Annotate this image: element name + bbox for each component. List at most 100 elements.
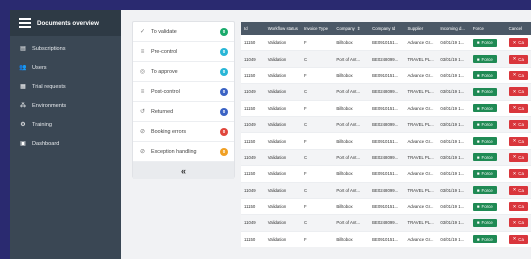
close-icon: ✕ xyxy=(512,56,517,62)
cancel-cell: ✕ Ca xyxy=(505,214,531,232)
column-header[interactable]: Incoming d... xyxy=(437,22,470,35)
force-button[interactable]: ■ Force xyxy=(472,120,497,129)
column-header[interactable]: Company Id xyxy=(369,22,405,35)
cancel-button-label: Ca xyxy=(518,187,524,193)
sidebar-item-label: Dashboard xyxy=(32,140,60,147)
status-filter-label: Exception handling xyxy=(151,148,197,155)
sidebar-item-environments[interactable]: ⁂ Environments xyxy=(10,96,121,115)
column-header[interactable]: Workflow status xyxy=(264,22,301,35)
cancel-button-label: Ca xyxy=(518,138,524,144)
status-filter-to-validate[interactable]: ✓ To validate 0 xyxy=(133,22,234,42)
force-button[interactable]: ■ Force xyxy=(472,87,497,96)
force-button-label: Force xyxy=(481,56,493,62)
force-button[interactable]: ■ Force xyxy=(472,38,497,47)
cancel-button[interactable]: ✕ Ca xyxy=(508,103,528,113)
cancel-cell: ✕ Ca xyxy=(505,116,531,134)
table-row[interactable]: 11049 Validation C Port of Ant... BE0248099.… xyxy=(241,83,531,101)
cancel-button[interactable]: ✕ Ca xyxy=(508,185,528,195)
status-filter-post-control[interactable]: ≡ Post-control 0 xyxy=(133,82,234,102)
cancel-button[interactable]: ✕ Ca xyxy=(508,218,528,228)
sidebar-item-subscriptions[interactable]: ▤ Subscriptions xyxy=(10,39,121,58)
sidebar-item-label: Trial requests xyxy=(32,83,66,90)
cancel-button[interactable]: ✕ Ca xyxy=(508,54,528,64)
table-row[interactable]: 11049 Validation C Port of Ant... BE0248099.… xyxy=(241,214,531,232)
sidebar-item-training[interactable]: ⚙ Training xyxy=(10,115,121,134)
cancel-button[interactable]: ✕ Ca xyxy=(508,70,528,80)
table-row[interactable]: 11150 Validation F Billtobox BE0910151... Adv… xyxy=(241,100,531,117)
table-row[interactable]: 11150 Validation F Billtobox BE0910151... Adv… xyxy=(241,132,531,150)
count-badge: 0 xyxy=(220,47,228,56)
table-row[interactable]: 11049 Validation C Port of Ant... BE0248099.… xyxy=(241,149,531,167)
cancel-button-label: Ca xyxy=(518,204,524,210)
column-header-label: Company xyxy=(336,25,355,31)
sidebar-item-dashboard[interactable]: ▣ Dashboard xyxy=(10,134,121,153)
collapse-panel-button[interactable]: « xyxy=(133,162,234,179)
close-icon: ✕ xyxy=(512,203,517,209)
force-button[interactable]: ■ Force xyxy=(472,153,497,162)
cancel-button[interactable]: ✕ Ca xyxy=(508,234,528,244)
app-window: Documents overview ▤ Subscriptions 👥 Users ▦… xyxy=(10,10,531,259)
status-filter-to-approve[interactable]: ◎ To approve 0 xyxy=(133,62,234,82)
close-icon: ✕ xyxy=(512,138,517,144)
cancel-button-label: Ca xyxy=(518,56,524,62)
close-icon: ✕ xyxy=(512,187,517,193)
column-header[interactable]: Cancel xyxy=(505,22,531,35)
column-header[interactable]: Force xyxy=(469,22,506,35)
column-header[interactable]: Supplier xyxy=(404,22,438,35)
status-filter-returned[interactable]: ↺ Returned 0 xyxy=(133,102,234,122)
force-button[interactable]: ■ Force xyxy=(472,55,497,64)
cancel-button[interactable]: ✕ Ca xyxy=(508,152,528,162)
column-header-label: Supplier xyxy=(407,26,424,31)
sort-icon[interactable]: ⇕ xyxy=(357,26,361,31)
table-cell: 04/01/19 1... xyxy=(437,198,470,216)
force-button[interactable]: ■ Force xyxy=(472,202,497,211)
column-header-label: Force xyxy=(472,26,484,31)
column-header[interactable]: Invoice Type xyxy=(300,22,334,35)
cancel-button[interactable]: ✕ Ca xyxy=(508,38,528,48)
force-button[interactable]: ■ Force xyxy=(472,71,497,80)
force-button[interactable]: ■ Force xyxy=(472,186,497,195)
dashboard-icon: ▣ xyxy=(20,141,26,147)
count-badge: 0 xyxy=(220,87,228,96)
column-header-label: Invoice Type xyxy=(303,26,328,31)
status-filter-label: Post-control xyxy=(151,88,180,95)
table-row[interactable]: 11049 Validation C Port of Ant... BE0248099.… xyxy=(241,50,531,68)
table-row[interactable]: 11049 Validation C Port of Ant... BE0248099.… xyxy=(241,182,531,199)
sidebar-item-trial-requests[interactable]: ▦ Trial requests xyxy=(10,77,121,96)
table-row[interactable]: 11150 Validation F Billtobox BE0910151... Adv… xyxy=(241,67,531,85)
table-row[interactable]: 11150 Validation F Billtobox BE0910151... Adv… xyxy=(241,231,531,247)
status-filter-list: ✓ To validate 0 ≡ Pre-control 0 ◎ To approve 0 ≡ P… xyxy=(133,22,234,162)
table-cell: Billtobox xyxy=(333,100,370,117)
cancel-button-label: Ca xyxy=(518,105,524,111)
table-cell: TRAVEL PL... xyxy=(404,116,438,134)
column-header[interactable]: Company ⇕ xyxy=(333,22,370,35)
table-row[interactable]: 11150 Validation F Billtobox BE0910151... Adv… xyxy=(241,198,531,216)
status-filter-exception-handling[interactable]: ⊘ Exception handling 0 xyxy=(133,142,234,162)
force-button[interactable]: ■ Force xyxy=(472,137,497,146)
cancel-button[interactable]: ✕ Ca xyxy=(508,169,528,179)
sidebar-header[interactable]: Documents overview xyxy=(10,10,121,36)
cancel-button[interactable]: ✕ Ca xyxy=(508,202,528,212)
sidebar-nav: ▤ Subscriptions 👥 Users ▦ Trial requests ⁂ Envi… xyxy=(10,36,121,153)
table-cell: Advance Gr... xyxy=(404,35,438,52)
force-button[interactable]: ■ Force xyxy=(472,235,497,244)
cancel-button[interactable]: ✕ Ca xyxy=(508,120,528,130)
cancel-button[interactable]: ✕ Ca xyxy=(508,136,528,146)
table-cell: 04/01/19 1... xyxy=(437,35,470,52)
table-cell: 11150 xyxy=(241,67,265,85)
force-button[interactable]: ■ Force xyxy=(472,104,497,113)
force-button-label: Force xyxy=(481,40,493,46)
column-header[interactable]: Id xyxy=(241,22,265,35)
force-button[interactable]: ■ Force xyxy=(472,218,497,227)
table-row[interactable]: 11150 Validation F Billtobox BE0910151... Adv… xyxy=(241,35,531,52)
status-filter-booking-errors[interactable]: ⊘ Booking errors 0 xyxy=(133,122,234,142)
table-row[interactable]: 11150 Validation F Billtobox BE0910151... Adv… xyxy=(241,165,531,183)
table-cell: BE0910151... xyxy=(369,100,405,117)
close-icon: ✕ xyxy=(512,88,517,94)
status-filter-pre-control[interactable]: ≡ Pre-control 0 xyxy=(133,42,234,62)
cancel-button[interactable]: ✕ Ca xyxy=(508,87,528,97)
force-button[interactable]: ■ Force xyxy=(472,169,497,178)
sidebar-item-users[interactable]: 👥 Users xyxy=(10,58,121,77)
table-row[interactable]: 11049 Validation C Port of Ant... BE0248099.… xyxy=(241,116,531,134)
table-cell: Billtobox xyxy=(333,165,370,183)
